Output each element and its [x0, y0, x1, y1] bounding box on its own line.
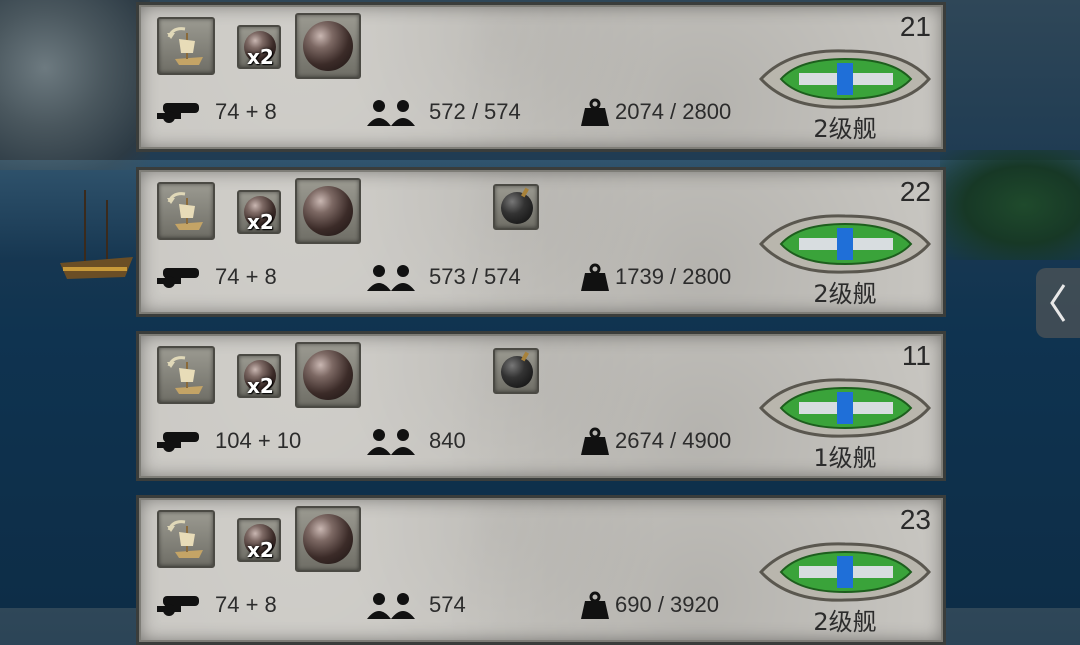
ship-reload-icon — [167, 27, 203, 65]
crew-stat: 572 / 574 — [365, 97, 521, 127]
cannonball-icon — [303, 350, 353, 400]
ship-number: 23 — [899, 504, 931, 535]
crew-icon — [367, 265, 415, 291]
bomb-icon — [501, 356, 533, 388]
reload-slot[interactable] — [157, 510, 215, 568]
ship-class-icon — [759, 542, 931, 602]
crew-icon — [367, 593, 415, 619]
cargo-amount: 690 / 3920 — [615, 592, 719, 617]
ship-reload-icon — [167, 520, 203, 558]
cannonball-slot[interactable] — [295, 506, 361, 572]
bomb-slot[interactable] — [493, 348, 539, 394]
cargo-stat: 690 / 3920 — [579, 590, 719, 620]
ship-card[interactable]: x2 104 + 10 840 2674 / 4900 11 1级舰 — [136, 331, 946, 481]
crew-icon — [367, 429, 415, 455]
cannon-icon — [157, 103, 199, 123]
background-island — [0, 0, 150, 170]
ship-class-icon — [759, 378, 931, 438]
ship-card[interactable]: x2 74 + 8 574 690 / 3920 23 2级舰 — [136, 495, 946, 645]
reload-slot[interactable] — [157, 346, 215, 404]
chevron-left-icon — [1050, 284, 1066, 322]
background-island-right — [940, 150, 1080, 260]
cannon-stat: 74 + 8 — [155, 590, 277, 620]
double-shot-label: x2 — [247, 210, 274, 234]
background-ship — [60, 190, 133, 279]
reload-slot[interactable] — [157, 17, 215, 75]
cannon-icon — [157, 596, 199, 616]
ship-card[interactable]: x2 74 + 8 572 / 574 2074 / 2800 21 2级舰 — [136, 2, 946, 152]
crew-count: 573 / 574 — [429, 264, 521, 289]
crew-icon — [367, 100, 415, 126]
cannonball-icon — [303, 186, 353, 236]
double-shot-slot[interactable]: x2 — [237, 354, 281, 398]
ship-reload-icon — [167, 192, 203, 230]
weight-icon — [581, 427, 609, 455]
cannon-stat: 104 + 10 — [155, 426, 301, 456]
cannon-stat: 74 + 8 — [155, 97, 277, 127]
double-shot-label: x2 — [247, 538, 274, 562]
cannon-count: 104 + 10 — [215, 428, 302, 453]
ship-number: 21 — [899, 11, 931, 42]
double-shot-slot[interactable]: x2 — [237, 518, 281, 562]
crew-stat: 573 / 574 — [365, 262, 521, 292]
cannon-icon — [157, 268, 199, 288]
ship-rank: 1级舰 — [813, 444, 877, 472]
weight-icon — [581, 591, 609, 619]
double-shot-label: x2 — [247, 374, 274, 398]
cargo-amount: 2674 / 4900 — [615, 428, 732, 453]
crew-stat: 574 — [365, 590, 466, 620]
ship-class-icon — [759, 49, 931, 109]
ship-number: 22 — [899, 176, 931, 207]
crew-count: 572 / 574 — [429, 99, 521, 124]
double-shot-slot[interactable]: x2 — [237, 190, 281, 234]
side-panel-toggle[interactable] — [1036, 268, 1080, 338]
ship-rank: 2级舰 — [813, 115, 877, 143]
ship-rank: 2级舰 — [813, 280, 877, 308]
cargo-stat: 1739 / 2800 — [579, 262, 731, 292]
bomb-slot[interactable] — [493, 184, 539, 230]
ship-number: 11 — [901, 340, 931, 371]
double-shot-label: x2 — [247, 45, 274, 69]
reload-slot[interactable] — [157, 182, 215, 240]
crew-stat: 840 — [365, 426, 466, 456]
crew-count: 574 — [429, 592, 466, 617]
bomb-icon — [501, 192, 533, 224]
cannon-count: 74 + 8 — [215, 264, 277, 289]
cargo-stat: 2074 / 2800 — [579, 97, 731, 127]
cannonball-slot[interactable] — [295, 178, 361, 244]
cannonball-slot[interactable] — [295, 13, 361, 79]
crew-count: 840 — [429, 428, 466, 453]
cannonball-icon — [303, 514, 353, 564]
cannonball-slot[interactable] — [295, 342, 361, 408]
weight-icon — [581, 98, 609, 126]
ship-class-icon — [759, 214, 931, 274]
cargo-amount: 2074 / 2800 — [615, 99, 732, 124]
cannon-icon — [157, 432, 199, 452]
cannonball-icon — [303, 21, 353, 71]
cargo-stat: 2674 / 4900 — [579, 426, 731, 456]
double-shot-slot[interactable]: x2 — [237, 25, 281, 69]
cannon-count: 74 + 8 — [215, 99, 277, 124]
cargo-amount: 1739 / 2800 — [615, 264, 732, 289]
ship-card[interactable]: x2 74 + 8 573 / 574 1739 / 2800 22 2级舰 — [136, 167, 946, 317]
ship-reload-icon — [167, 356, 203, 394]
ship-rank: 2级舰 — [813, 608, 877, 636]
cannon-count: 74 + 8 — [215, 592, 277, 617]
weight-icon — [581, 263, 609, 291]
cannon-stat: 74 + 8 — [155, 262, 277, 292]
ship-list[interactable]: x2 74 + 8 572 / 574 2074 / 2800 21 2级舰 x… — [136, 0, 946, 645]
